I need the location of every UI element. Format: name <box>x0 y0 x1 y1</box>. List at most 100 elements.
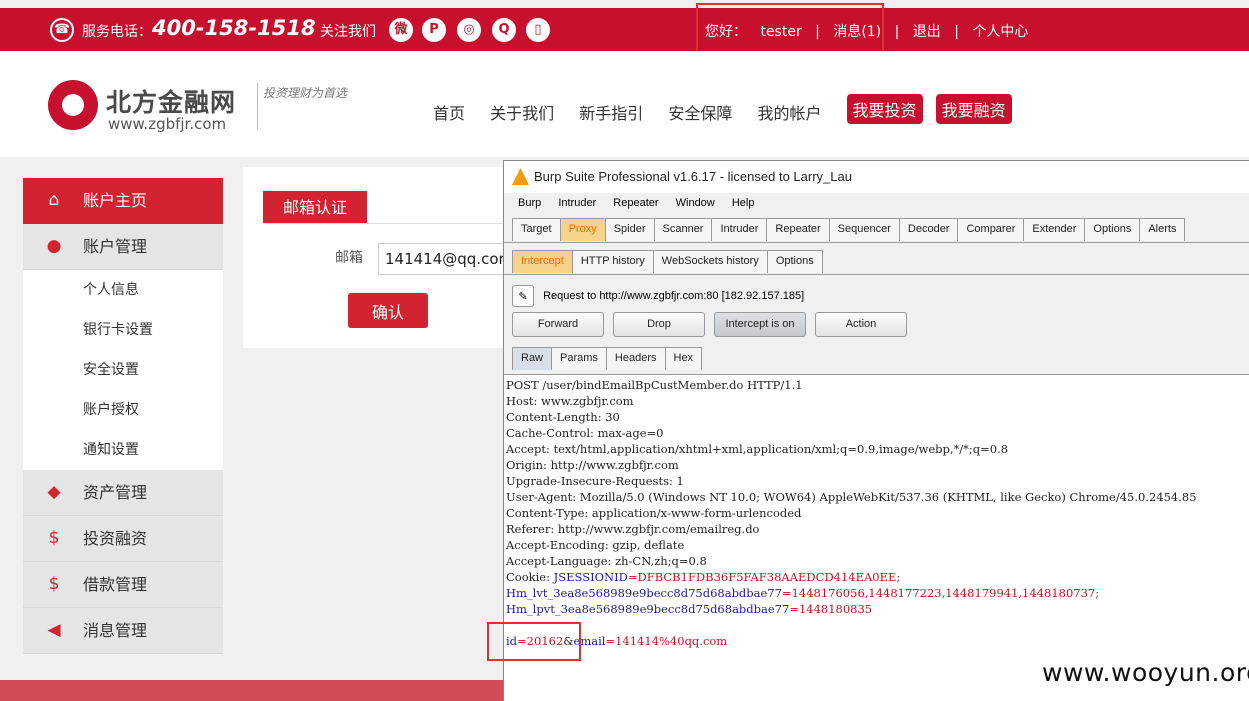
header-line: Host: www.zgbfjr.com <box>506 394 634 408</box>
sidebar-item-investment[interactable]: $ 投资融资 <box>23 516 223 562</box>
menu-window[interactable]: Window <box>676 193 715 213</box>
menu-help[interactable]: Help <box>732 193 755 213</box>
header-line: Content-Length: 30 <box>506 410 620 424</box>
raw-request-editor[interactable]: POST /user/bindEmailBpCustMember.do HTTP… <box>504 374 1249 701</box>
sidebar-subitem-security[interactable]: 安全设置 <box>23 350 223 390</box>
body-line: id=20162&email=141414%40qq.com <box>506 633 1249 649</box>
phone-icon: ☎ <box>50 18 74 42</box>
tab-raw[interactable]: Raw <box>512 347 553 370</box>
forward-button[interactable]: Forward <box>512 312 604 337</box>
site-header: 北方金融网 www.zgbfjr.com 投资理财为首选 首页 关于我们 新手指… <box>0 51 1249 157</box>
sidebar-subitem-bankcard[interactable]: 银行卡设置 <box>23 310 223 350</box>
tab-email-verification[interactable]: 邮箱认证 <box>263 191 367 224</box>
tab-scanner[interactable]: Scanner <box>653 218 713 241</box>
sidebar-item-assets[interactable]: ◆ 资产管理 <box>23 470 223 516</box>
profile-link[interactable]: 个人中心 <box>972 24 1028 40</box>
nav-invest-button[interactable]: 我要投资 <box>846 94 923 124</box>
money-bag-icon: $ <box>48 574 60 594</box>
tab-alerts[interactable]: Alerts <box>1139 218 1186 241</box>
header-line: Cache-Control: max-age=0 <box>506 426 664 440</box>
nav-security[interactable]: 安全保障 <box>668 100 732 124</box>
menu-burp[interactable]: Burp <box>518 193 541 213</box>
burp-title-bar: Burp Suite Professional v1.6.17 - licens… <box>504 161 1249 193</box>
tab-comparer[interactable]: Comparer <box>957 218 1025 241</box>
nav-finance-button[interactable]: 我要融资 <box>935 94 1012 124</box>
tab-target[interactable]: Target <box>512 218 561 241</box>
tab-decoder[interactable]: Decoder <box>898 218 959 241</box>
tab-intruder[interactable]: Intruder <box>711 218 768 241</box>
qq-icon[interactable]: Q <box>492 18 516 42</box>
cookie-value: =DFBCB1FDB36F5FAF38AAEDCD414EA0EE; <box>627 570 901 584</box>
sidebar-item-account[interactable]: ● 账户管理 <box>23 224 223 270</box>
tab-proxy[interactable]: Proxy <box>559 218 606 241</box>
param-value: =141414%40qq.com <box>605 634 728 648</box>
request-target: Request to http://www.zgbfjr.com:80 [182… <box>543 290 805 302</box>
menu-repeater[interactable]: Repeater <box>613 193 658 213</box>
sidebar-subitem-authorization[interactable]: 账户授权 <box>23 390 223 430</box>
tabs-divider <box>504 242 1249 243</box>
piggy-bank-icon: ◆ <box>47 482 61 502</box>
sidebar-item-label: 消息管理 <box>83 621 148 640</box>
cookie-value: =1448176056,1448177223,1448179941,144818… <box>781 586 1100 600</box>
mobile-icon[interactable]: ▯ <box>526 18 550 42</box>
tab-http-history[interactable]: HTTP history <box>571 250 654 273</box>
sidebar-item-home[interactable]: ⌂ 账户主页 <box>23 178 223 224</box>
logo-domain: www.zgbfjr.com <box>108 115 227 133</box>
pinterest-icon[interactable]: P <box>422 18 446 42</box>
tabs-divider <box>504 274 1249 275</box>
tab-params[interactable]: Params <box>551 347 607 370</box>
hotline-number: 400-158-1518 <box>152 16 316 40</box>
logout-link[interactable]: 退出 <box>913 24 941 40</box>
logo-icon[interactable] <box>48 80 98 130</box>
menu-intruder[interactable]: Intruder <box>558 193 596 213</box>
tab-headers[interactable]: Headers <box>605 347 666 370</box>
logo-slogan: 投资理财为首选 <box>263 86 348 100</box>
nav-home[interactable]: 首页 <box>433 100 465 124</box>
cookie-line: Hm_lvt_3ea8e568989e9becc8d75d68abdbae77=… <box>506 585 1249 601</box>
sidebar-subitem-profile[interactable]: 个人信息 <box>23 270 223 310</box>
tab-hex[interactable]: Hex <box>664 347 703 370</box>
money-bag-icon: $ <box>48 528 60 548</box>
tab-sequencer[interactable]: Sequencer <box>828 218 900 241</box>
message-view-tabs: Raw Params Headers Hex <box>512 347 703 371</box>
separator: | <box>894 24 900 40</box>
nav-about[interactable]: 关于我们 <box>490 100 554 124</box>
tab-options[interactable]: Options <box>1084 218 1141 241</box>
drop-button[interactable]: Drop <box>613 312 705 337</box>
logo-name[interactable]: 北方金融网 <box>106 83 236 119</box>
burp-window: Burp Suite Professional v1.6.17 - licens… <box>503 160 1249 701</box>
intercept-toggle-button[interactable]: Intercept is on <box>714 312 806 337</box>
confirm-button[interactable]: 确认 <box>348 293 428 328</box>
tab-intercept[interactable]: Intercept <box>512 250 573 273</box>
sidebar-item-loans[interactable]: $ 借款管理 <box>23 562 223 608</box>
wechat-icon[interactable]: ◎ <box>457 18 481 42</box>
separator: | <box>954 24 959 40</box>
burp-window-title: Burp Suite Professional v1.6.17 - licens… <box>534 169 852 184</box>
sidebar-item-messages[interactable]: ◀ 消息管理 <box>23 608 223 654</box>
home-icon: ⌂ <box>48 190 60 210</box>
tab-proxy-options[interactable]: Options <box>766 250 823 273</box>
header-line: Accept-Language: zh-CN,zh;q=0.8 <box>506 554 707 568</box>
screenshot-stage: ☎ 服务电话： 400-158-1518 关注我们 微 P ◎ Q ▯ 您好： … <box>0 0 1249 701</box>
sidebar-item-label: 资产管理 <box>83 483 148 502</box>
cookie-label: Cookie: <box>506 570 554 584</box>
cookie-name: JSESSIONID <box>553 570 628 584</box>
tab-websockets-history[interactable]: WebSockets history <box>652 250 768 273</box>
cookie-value: =1448180835 <box>789 602 873 616</box>
email-input[interactable] <box>378 243 508 275</box>
tab-extender[interactable]: Extender <box>1023 218 1086 241</box>
cookie-line: Cookie: JSESSIONID=DFBCB1FDB36F5FAF38AAE… <box>506 569 1249 585</box>
action-button[interactable]: Action <box>815 312 907 337</box>
nav-guide[interactable]: 新手指引 <box>579 100 643 124</box>
tab-spider[interactable]: Spider <box>604 218 655 241</box>
tab-repeater[interactable]: Repeater <box>766 218 830 241</box>
burp-logo-icon <box>512 168 529 185</box>
header-line: Accept: text/html,application/xhtml+xml,… <box>506 442 1009 456</box>
pencil-icon[interactable]: ✎ <box>512 285 534 308</box>
burp-main-tabs: Target Proxy Spider Scanner Intruder Repeater… <box>512 218 1186 242</box>
weibo-icon[interactable]: 微 <box>389 18 413 42</box>
sidebar-subitem-notifications[interactable]: 通知设置 <box>23 430 223 470</box>
nav-account[interactable]: 我的帐户 <box>757 100 821 124</box>
header-line: User-Agent: Mozilla/5.0 (Windows NT 10.0… <box>506 490 1197 504</box>
